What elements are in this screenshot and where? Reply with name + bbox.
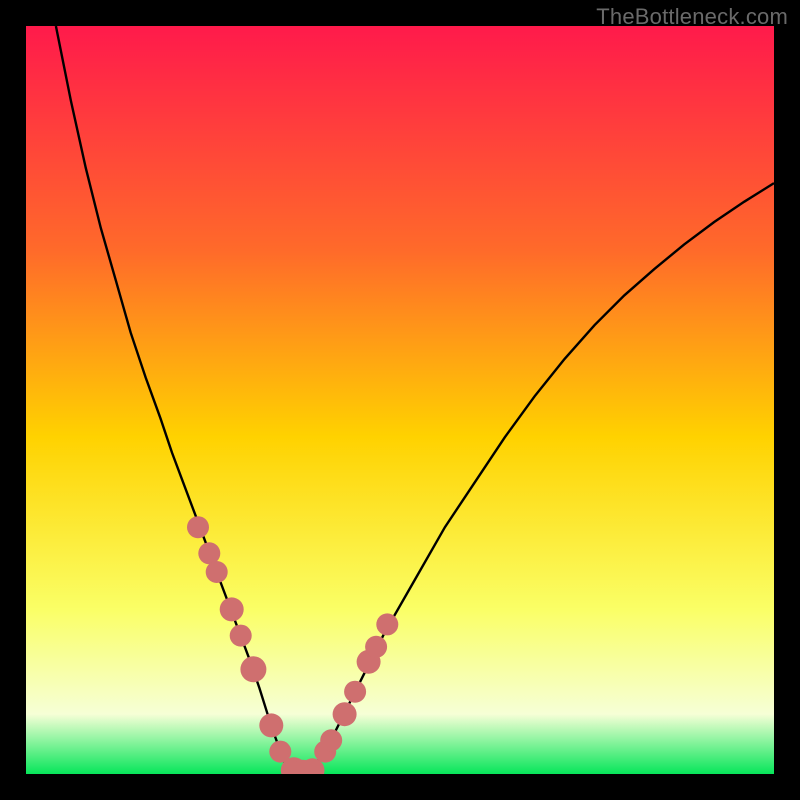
data-marker xyxy=(220,597,244,621)
data-marker xyxy=(198,542,220,564)
data-marker xyxy=(230,625,252,647)
data-marker xyxy=(187,516,209,538)
plot-area xyxy=(26,26,774,774)
outer-frame: TheBottleneck.com xyxy=(0,0,800,800)
gradient-background xyxy=(26,26,774,774)
data-marker xyxy=(365,636,387,658)
data-marker xyxy=(333,702,357,726)
data-marker xyxy=(376,613,398,635)
data-marker xyxy=(240,656,266,682)
data-marker xyxy=(259,713,283,737)
data-marker xyxy=(320,729,342,751)
chart-svg xyxy=(26,26,774,774)
data-marker xyxy=(206,561,228,583)
data-marker xyxy=(344,681,366,703)
watermark-text: TheBottleneck.com xyxy=(596,4,788,30)
